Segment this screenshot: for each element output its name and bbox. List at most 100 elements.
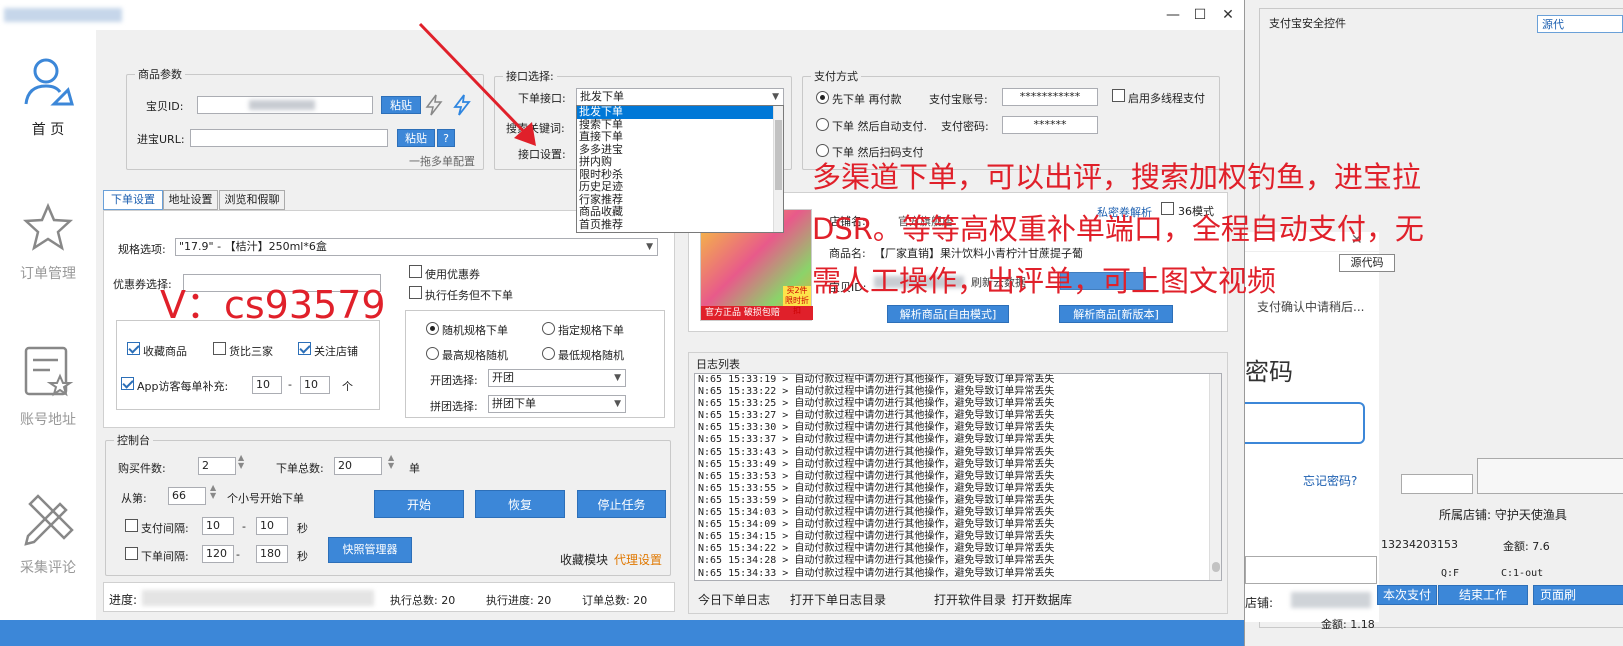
source-code-top-button[interactable]: 源代	[1537, 15, 1623, 33]
tab-order-settings[interactable]: 下单设置	[103, 190, 163, 210]
pay-interval-from[interactable]: 10	[202, 517, 234, 535]
forgot-password-link[interactable]: 忘记密码?	[1303, 472, 1357, 489]
exec-total: 执行总数: 20	[390, 594, 456, 607]
selected-value: 开团	[492, 371, 514, 384]
sidebar-item-label: 首 页	[31, 122, 65, 138]
order-interval-from[interactable]: 120	[202, 545, 234, 563]
source-code-button[interactable]: 源代码	[1339, 254, 1395, 272]
pay-interval-to[interactable]: 10	[256, 517, 288, 535]
snapshot-manager-button[interactable]: 快照管理器	[328, 537, 412, 563]
compare-checkbox[interactable]	[213, 342, 226, 355]
close-button[interactable]: ✕	[1214, 0, 1242, 30]
highest-spec-radio[interactable]	[426, 347, 439, 360]
page-refresh-button[interactable]: 页面刷	[1533, 585, 1623, 605]
pay-later-radio[interactable]	[816, 91, 829, 104]
multithread-checkbox[interactable]	[1112, 89, 1125, 102]
app-visit-to-input[interactable]: 10	[300, 376, 330, 394]
buy-count-input[interactable]: 2	[198, 457, 236, 475]
password-title: 密码	[1245, 358, 1293, 386]
dropdown-scrollbar[interactable]	[773, 106, 783, 232]
random-spec-radio[interactable]	[426, 322, 439, 335]
dropdown-option[interactable]: 直接下单	[577, 130, 783, 144]
lowest-spec-radio[interactable]	[542, 347, 555, 360]
pay-interval-checkbox[interactable]	[125, 519, 138, 532]
dropdown-option[interactable]: 拼内购	[577, 155, 783, 169]
sidebar-item-orders[interactable]: 订单管理	[0, 202, 96, 283]
collect-module-link[interactable]: 收藏模块	[560, 551, 608, 568]
sidebar-item-label: 订单管理	[20, 266, 76, 282]
pin-select[interactable]: 拼团下单 ▼	[488, 395, 626, 413]
dropdown-option[interactable]: 历史足迹	[577, 180, 783, 194]
tab-address-settings[interactable]: 地址设置	[163, 190, 218, 210]
end-work-button[interactable]: 结束工作	[1438, 585, 1528, 605]
password-input[interactable]	[1245, 402, 1365, 444]
dialog-input[interactable]	[1401, 474, 1473, 494]
exec-progress: 执行进度: 20	[486, 594, 552, 607]
resume-button[interactable]: 恢复	[475, 490, 565, 518]
order-interval-to[interactable]: 180	[256, 545, 288, 563]
parse-free-mode-button[interactable]: 解析商品[自由模式]	[887, 305, 1009, 323]
assign-spec-radio[interactable]	[542, 322, 555, 335]
pay-password-input[interactable]: ******	[1002, 116, 1098, 134]
sidebar-item-label: 采集评论	[20, 560, 76, 576]
pay-password-label: 支付密码:	[941, 120, 989, 133]
stop-task-button[interactable]: 停止任务	[577, 490, 666, 518]
dialog-button[interactable]	[1477, 458, 1623, 494]
sidebar-item-comments[interactable]: 采集评论	[0, 492, 96, 577]
dropdown-option[interactable]: 批发下单	[577, 105, 773, 119]
log-list[interactable]: N:65 15:33:19 > 自动付款过程中请勿进行其他操作，避免导致订单异常…	[694, 373, 1222, 581]
collect-checkbox[interactable]	[127, 342, 140, 355]
parse-new-version-button[interactable]: 解析商品[新版本]	[1059, 305, 1173, 323]
use-coupon-label: 使用优惠券	[425, 268, 480, 281]
follow-shop-checkbox[interactable]	[298, 342, 311, 355]
start-from-input[interactable]: 66	[168, 487, 206, 505]
run-no-order-checkbox[interactable]	[409, 286, 422, 299]
dropdown-option[interactable]: 首页推荐	[577, 218, 783, 232]
alipay-account-input[interactable]: ***********	[1002, 88, 1098, 106]
app-visit-from-input[interactable]: 10	[252, 376, 282, 394]
order-interval-checkbox[interactable]	[125, 547, 138, 560]
stepper-arrows[interactable]: ▲ ▼	[210, 484, 216, 500]
log-scrollbar[interactable]	[1209, 374, 1221, 580]
open-database-link[interactable]: 打开数据库	[1012, 591, 1072, 608]
use-coupon-checkbox[interactable]	[409, 265, 422, 278]
total-count-input[interactable]: 20	[334, 457, 382, 475]
scrollbar-thumb[interactable]	[1212, 562, 1220, 572]
log-line: N:65 15:33:53 > 自动付款过程中请勿进行其他操作，避免导致订单异常…	[698, 470, 1055, 482]
buy-count-label: 购买件数:	[118, 462, 166, 475]
auto-pay-radio[interactable]	[816, 118, 829, 131]
start-from-label: 从第:	[121, 492, 147, 505]
baobei-id-input[interactable]	[197, 96, 373, 114]
spec-select[interactable]: "17.9" - 【桔汁】250ml*6盒 ▼	[175, 238, 658, 256]
sidebar-item-home[interactable]: 首 页	[0, 54, 96, 139]
group-title: 支付方式	[814, 70, 858, 83]
seconds-label: 秒	[297, 550, 308, 563]
alipay-security-panel: 支付宝安全控件 源代 ✕ 源代码 支付确认中请稍后... 密码 忘记密码? 所属…	[1244, 0, 1623, 646]
minimize-button[interactable]: —	[1159, 0, 1187, 30]
selected-value: 批发下单	[580, 90, 624, 103]
open-log-dir-link[interactable]: 打开下单日志目录	[790, 591, 886, 608]
sidebar-item-label: 账号地址	[20, 412, 76, 428]
interface-dropdown-list[interactable]: 批发下单 搜索下单 直接下单 多多进宝 拼内购 限时秒杀 历史足迹 行家推荐 商…	[576, 105, 784, 233]
order-id-text: 13234203153	[1381, 538, 1458, 551]
today-log-link[interactable]: 今日下单日志	[698, 591, 770, 608]
dropdown-option[interactable]: 商品收藏	[577, 205, 783, 219]
maximize-button[interactable]: ☐	[1186, 0, 1214, 30]
order-interface-select[interactable]: 批发下单 ▼	[576, 88, 784, 106]
sidebar-item-address[interactable]: 账号地址	[0, 344, 96, 429]
app-visit-checkbox[interactable]	[121, 377, 134, 390]
start-button[interactable]: 开始	[374, 490, 464, 518]
open-software-dir-link[interactable]: 打开软件目录	[934, 591, 1006, 608]
pay-once-button[interactable]: 本次支付	[1377, 585, 1437, 605]
stepper-arrows[interactable]: ▲ ▼	[388, 454, 394, 470]
log-line: N:65 15:33:59 > 自动付款过程中请勿进行其他操作，避免导致订单异常…	[698, 494, 1055, 506]
group-select[interactable]: 开团 ▼	[488, 369, 626, 387]
shop-label-bottom: 店铺:	[1245, 596, 1274, 610]
scrollbar-thumb[interactable]	[775, 120, 782, 190]
url-input[interactable]	[190, 129, 388, 147]
proxy-settings-link[interactable]: 代理设置	[614, 551, 662, 568]
tab-browse-chat[interactable]: 浏览和假聊	[219, 190, 285, 210]
stepper-arrows[interactable]: ▲ ▼	[238, 454, 244, 470]
highest-spec-label: 最高规格随机	[442, 349, 508, 362]
spec-options-label: 规格选项:	[118, 243, 166, 256]
